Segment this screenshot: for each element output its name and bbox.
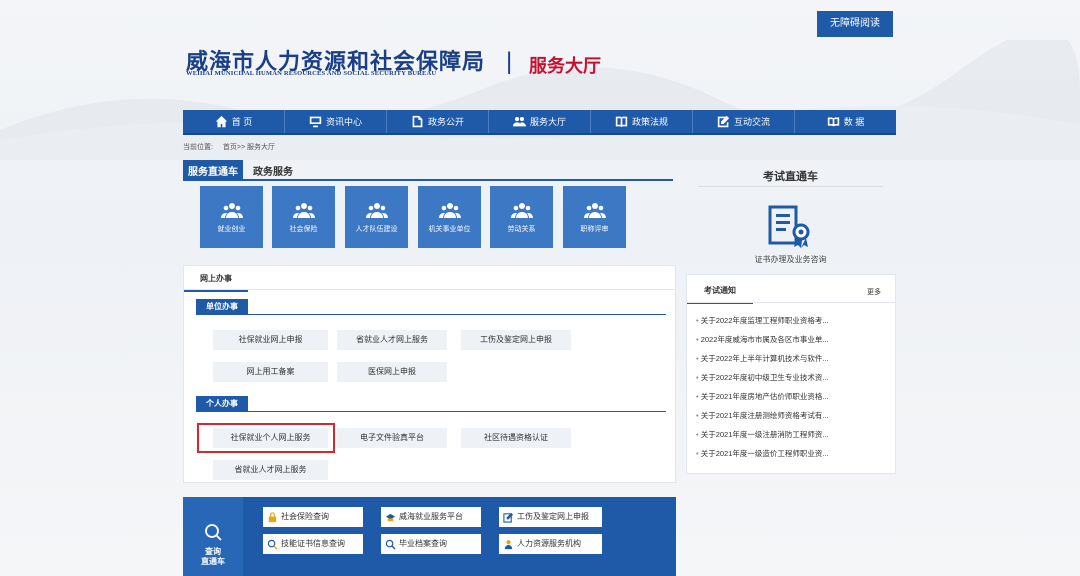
people-icon <box>510 203 533 218</box>
exam-caption[interactable]: 证书办理及业务咨询 <box>698 254 883 265</box>
open-book-icon <box>827 117 839 127</box>
query-panel: 查询 直通车 社会保险查询 威海就业服务平台 工伤及鉴定网上申报 技能证书信息查询… <box>183 497 676 576</box>
service-button[interactable]: 网上用工备案 <box>213 362 328 382</box>
logo-separator: | <box>506 48 513 75</box>
query-button[interactable]: 威海就业服务平台 <box>381 507 481 527</box>
tab-underline <box>183 179 673 181</box>
notice-item[interactable]: 关于2022年上半年计算机技术与软件... <box>696 353 829 372</box>
tile-social-insurance[interactable]: 社会保险 <box>272 186 335 248</box>
unit-section-label: 单位办事 <box>196 299 248 315</box>
service-button[interactable]: 社保就业网上申报 <box>213 330 328 350</box>
monitor-icon <box>309 116 322 128</box>
notice-item[interactable]: 关于2021年度一级造价工程师职业资... <box>696 448 829 467</box>
book-icon <box>615 116 628 128</box>
tile-labor-relations[interactable]: 劳动关系 <box>490 186 553 248</box>
online-divider <box>184 289 675 290</box>
breadcrumb-path[interactable]: 首页>> 服务大厅 <box>223 144 275 151</box>
highlight-box <box>197 423 335 453</box>
notice-item[interactable]: 关于2021年度房地产估价师职业资格... <box>696 391 829 410</box>
service-button[interactable]: 省就业人才网上服务 <box>213 460 328 480</box>
service-button[interactable]: 电子文件验真平台 <box>337 428 447 448</box>
notice-item[interactable]: 2022年度威海市市属及各区市事业单... <box>696 334 829 353</box>
query-sidebar: 查询 直通车 <box>183 497 243 576</box>
tile-title-review[interactable]: 职称评审 <box>563 186 626 248</box>
cap-icon <box>385 513 396 521</box>
notice-item[interactable]: 关于2021年度注册测绘师资格考试有... <box>696 410 829 429</box>
service-button[interactable]: 医保网上申报 <box>337 362 447 382</box>
unit-section-line <box>196 314 666 315</box>
service-hall-title: 服务大厅 <box>529 56 601 77</box>
tab-gov-service[interactable]: 政务服务 <box>253 163 293 178</box>
people-icon <box>365 203 388 218</box>
nav-home[interactable]: 首 页 <box>183 110 285 133</box>
notice-list: 关于2022年度监理工程师职业资格考... 2022年度威海市市属及各区市事业单… <box>696 315 829 467</box>
nav-policy[interactable]: 政策法规 <box>591 110 693 133</box>
service-button[interactable]: 省就业人才网上服务 <box>337 330 447 350</box>
tab-service-direct[interactable]: 服务直通车 <box>183 160 243 181</box>
exam-divider <box>698 186 883 187</box>
tab-exam-notice[interactable]: 考试通知 <box>687 275 753 304</box>
people-icon <box>512 117 526 127</box>
query-label: 查询 直通车 <box>201 547 225 566</box>
people-icon <box>583 203 606 218</box>
people-icon <box>438 203 461 218</box>
service-button[interactable]: 社区待遇资格认证 <box>461 428 571 448</box>
home-icon <box>215 115 227 128</box>
more-link[interactable]: 更多 <box>867 287 881 297</box>
lock-icon <box>268 511 277 522</box>
personal-section-line <box>196 411 666 412</box>
nav-service-hall[interactable]: 服务大厅 <box>489 110 591 133</box>
main-nav: 首 页 资讯中心 政务公开 服务大厅 政策法规 互动交流 数 据 <box>183 110 896 135</box>
notice-item[interactable]: 关于2022年度监理工程师职业资格考... <box>696 315 829 334</box>
person-icon <box>504 539 513 549</box>
nav-interact[interactable]: 互动交流 <box>693 110 795 133</box>
query-button[interactable]: 工伤及鉴定网上申报 <box>499 507 602 527</box>
query-button[interactable]: 技能证书信息查询 <box>263 534 363 554</box>
notice-item[interactable]: 关于2021年度一级注册消防工程师资... <box>696 429 829 448</box>
service-tabs: 服务直通车 政务服务 <box>183 160 293 181</box>
exam-section-title: 考试直通车 <box>763 171 818 183</box>
search-icon <box>385 539 396 550</box>
search-icon <box>205 524 222 541</box>
nav-data[interactable]: 数 据 <box>795 110 896 133</box>
query-button[interactable]: 社会保险查询 <box>263 507 363 527</box>
query-button[interactable]: 毕业档案查询 <box>381 534 481 554</box>
magnifier-doc-icon <box>267 539 278 550</box>
breadcrumb-label: 当前位置: <box>183 144 213 151</box>
document-icon <box>412 115 423 128</box>
edit-icon <box>717 115 730 128</box>
edit-icon <box>503 512 514 523</box>
people-icon <box>292 203 315 218</box>
accessibility-button[interactable]: 无障碍阅读 <box>817 11 893 37</box>
exam-notice-panel: 考试通知 更多 关于2022年度监理工程师职业资格考... 2022年度威海市市… <box>686 274 896 474</box>
service-button[interactable]: 工伤及鉴定网上申报 <box>461 330 571 350</box>
notice-item[interactable]: 关于2022年度初中级卫生专业技术资... <box>696 372 829 391</box>
query-button[interactable]: 人力资源服务机构 <box>499 534 602 554</box>
nav-news[interactable]: 资讯中心 <box>285 110 387 133</box>
people-icon <box>220 203 243 218</box>
breadcrumb: 当前位置: 首页>> 服务大厅 <box>183 142 283 152</box>
tile-institutions[interactable]: 机关事业单位 <box>418 186 481 248</box>
personal-section-label: 个人办事 <box>196 396 248 412</box>
nav-gov-open[interactable]: 政务公开 <box>387 110 489 133</box>
tile-talent[interactable]: 人才队伍建设 <box>345 186 408 248</box>
tile-employment[interactable]: 就业创业 <box>200 186 263 248</box>
certificate-icon[interactable] <box>766 205 816 249</box>
bureau-subtitle: WEIHAI MUNICIPAL HUMAN RESOURCES AND SOC… <box>186 70 437 77</box>
notice-divider <box>687 302 895 303</box>
